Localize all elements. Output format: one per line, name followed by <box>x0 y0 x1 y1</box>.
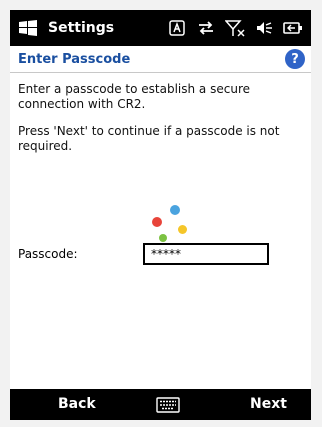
back-softkey[interactable]: Back <box>58 396 96 412</box>
volume-muted-icon <box>254 18 274 38</box>
data-transfer-icon <box>196 18 216 38</box>
spinner-dot-red <box>152 217 162 227</box>
device-frame: Settings Enter Passcode ? Enter a passco… <box>0 0 322 427</box>
spinner-dot-green <box>159 234 167 242</box>
instruction-paragraph-1: Enter a passcode to establish a secure c… <box>18 82 250 111</box>
spinner-dot-yellow <box>178 225 187 234</box>
spinner-dot-blue <box>170 205 180 215</box>
page-header: Enter Passcode ? <box>10 46 311 73</box>
softkey-bar: Back Next <box>10 389 311 420</box>
lock-icon <box>167 18 187 38</box>
no-signal-icon <box>225 18 245 38</box>
instruction-paragraph-2: Press 'Next' to continue if a passcode i… <box>18 124 280 153</box>
app-title: Settings <box>48 20 115 36</box>
status-icons <box>167 18 303 38</box>
screen: Settings Enter Passcode ? Enter a passco… <box>10 10 311 420</box>
passcode-label: Passcode: <box>18 247 78 261</box>
keyboard-icon[interactable] <box>156 397 180 413</box>
next-softkey[interactable]: Next <box>250 396 287 412</box>
page-title: Enter Passcode <box>18 51 131 67</box>
passcode-input[interactable] <box>143 243 269 265</box>
status-bar: Settings <box>10 10 311 46</box>
help-button[interactable]: ? <box>285 49 305 69</box>
battery-icon <box>283 18 303 38</box>
windows-logo-icon[interactable] <box>18 17 40 39</box>
instructions: Enter a passcode to establish a secure c… <box>18 82 303 166</box>
